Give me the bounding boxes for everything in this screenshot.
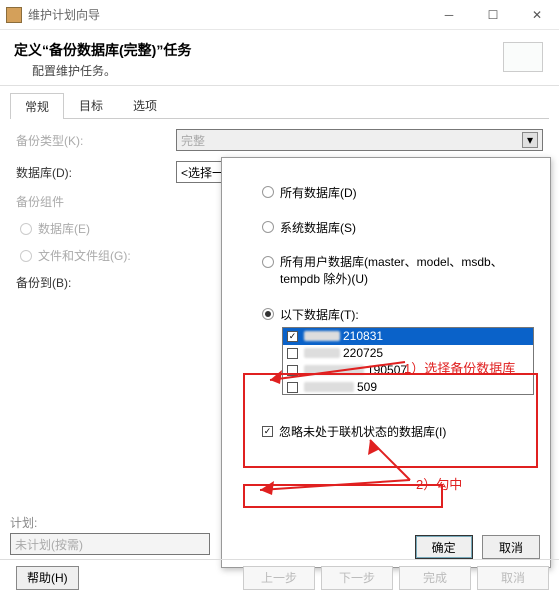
list-item[interactable]: 220725 <box>283 345 533 362</box>
list-item-label: 220725 <box>343 346 383 360</box>
backup-to-label: 备份到(B): <box>16 274 176 291</box>
blurred-text <box>304 331 340 341</box>
option-all-databases[interactable]: 所有数据库(D) <box>262 184 534 201</box>
cancel-button[interactable]: 取消 <box>482 535 540 559</box>
option-these-databases[interactable]: 以下数据库(T): <box>262 306 534 323</box>
checkbox-ignore-offline[interactable] <box>262 426 273 437</box>
schedule-section: 计划: 未计划(按需) <box>10 514 210 555</box>
radio-icon <box>262 308 274 320</box>
option-user-databases[interactable]: 所有用户数据库(master、model、msdb、tempdb 除外)(U) <box>262 254 534 288</box>
checkbox-icon[interactable] <box>287 365 298 376</box>
option-system-databases-label: 系统数据库(S) <box>280 219 356 236</box>
tab-options[interactable]: 选项 <box>118 92 172 118</box>
finish-button: 完成 <box>399 566 471 590</box>
window-title: 维护计划向导 <box>28 6 427 23</box>
option-user-databases-label: 所有用户数据库(master、model、msdb、tempdb 除外)(U) <box>280 254 534 288</box>
wizard-footer: 帮助(H) 上一步 下一步 完成 取消 <box>0 559 559 595</box>
list-item[interactable]: 190507 <box>283 362 533 379</box>
blurred-text <box>304 348 340 358</box>
title-bar: 维护计划向导 ─ ☐ ✕ <box>0 0 559 30</box>
schedule-value: 未计划(按需) <box>15 536 83 553</box>
list-item[interactable]: 210831 <box>283 328 533 345</box>
schedule-label: 计划: <box>10 514 210 531</box>
backup-type-value: 完整 <box>181 132 205 149</box>
radio-icon <box>262 256 274 268</box>
schedule-combo: 未计划(按需) <box>10 533 210 555</box>
maximize-button[interactable]: ☐ <box>471 1 515 29</box>
database-label: 数据库(D): <box>16 164 176 181</box>
database-selection-popup: 所有数据库(D) 系统数据库(S) 所有用户数据库(master、model、m… <box>221 157 551 568</box>
backup-type-combo: 完整 ▾ <box>176 129 543 151</box>
ignore-offline-label: 忽略未处于联机状态的数据库(I) <box>279 423 446 440</box>
option-all-databases-label: 所有数据库(D) <box>280 184 357 201</box>
checkbox-icon[interactable] <box>287 331 298 342</box>
next-button[interactable]: 下一步 <box>321 566 393 590</box>
radio-component-database-label: 数据库(E) <box>38 220 90 237</box>
option-system-databases[interactable]: 系统数据库(S) <box>262 219 534 236</box>
list-item-label: 210831 <box>343 329 383 343</box>
tab-target[interactable]: 目标 <box>64 92 118 118</box>
ok-button[interactable]: 确定 <box>415 535 473 559</box>
ignore-offline-row[interactable]: 忽略未处于联机状态的数据库(I) <box>262 423 534 440</box>
chevron-down-icon: ▾ <box>522 132 538 148</box>
checkbox-icon[interactable] <box>287 348 298 359</box>
wizard-header: 定义“备份数据库(完整)”任务 配置维护任务。 <box>0 30 559 86</box>
list-item-label: 190507 <box>367 363 407 377</box>
minimize-button[interactable]: ─ <box>427 1 471 29</box>
blurred-text <box>304 365 364 375</box>
radio-icon <box>262 221 274 233</box>
app-icon <box>6 7 22 23</box>
radio-component-files-label: 文件和文件组(G): <box>38 247 131 264</box>
radio-component-files <box>20 250 32 262</box>
checkbox-icon[interactable] <box>287 382 298 393</box>
back-button[interactable]: 上一步 <box>243 566 315 590</box>
radio-icon <box>262 186 274 198</box>
close-button[interactable]: ✕ <box>515 1 559 29</box>
list-item[interactable]: 509 <box>283 379 533 395</box>
header-illustration <box>503 42 543 72</box>
list-item-label: 509 <box>357 380 377 394</box>
page-subtitle: 配置维护任务。 <box>32 62 545 79</box>
tab-general[interactable]: 常规 <box>10 93 64 119</box>
database-listbox[interactable]: 210831 220725 190507 509 <box>282 327 534 395</box>
option-these-databases-label: 以下数据库(T): <box>280 306 359 323</box>
radio-component-database <box>20 223 32 235</box>
help-button[interactable]: 帮助(H) <box>16 566 79 590</box>
footer-cancel-button[interactable]: 取消 <box>477 566 549 590</box>
backup-type-label: 备份类型(K): <box>16 132 176 149</box>
page-title: 定义“备份数据库(完整)”任务 <box>14 40 545 60</box>
blurred-text <box>304 382 354 392</box>
backup-component-label: 备份组件 <box>16 193 176 210</box>
tabs: 常规 目标 选项 <box>10 92 549 119</box>
